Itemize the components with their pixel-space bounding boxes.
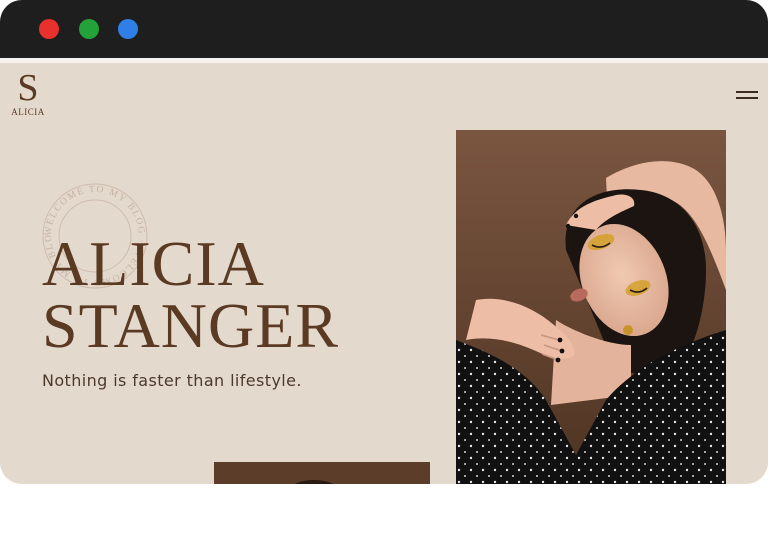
browser-window: S ALICIA WELCOME TO MY BLOG · WELCOME TO… <box>0 0 768 484</box>
hamburger-menu-icon[interactable] <box>736 91 758 101</box>
logo-monogram: S <box>17 67 39 109</box>
hero-title-last-name: STANGER <box>42 290 339 361</box>
hero-title-first-name: ALICIA <box>42 228 265 299</box>
hero-portrait-image <box>456 130 726 484</box>
window-titlebar <box>0 0 768 58</box>
maximize-window-button[interactable] <box>118 19 138 39</box>
blog-page: S ALICIA WELCOME TO MY BLOG · WELCOME TO… <box>0 63 768 484</box>
logo-name: ALICIA <box>11 107 45 117</box>
hero-title: ALICIA STANGER <box>42 228 339 361</box>
secondary-image <box>214 462 430 484</box>
close-window-button[interactable] <box>39 19 59 39</box>
minimize-window-button[interactable] <box>79 19 99 39</box>
secondary-image-art <box>214 462 430 484</box>
menu-line <box>736 97 758 99</box>
portrait-illustration <box>456 130 726 484</box>
menu-line <box>736 91 758 93</box>
site-logo[interactable]: S ALICIA <box>8 69 48 117</box>
hero-tagline: Nothing is faster than lifestyle. <box>42 371 302 390</box>
